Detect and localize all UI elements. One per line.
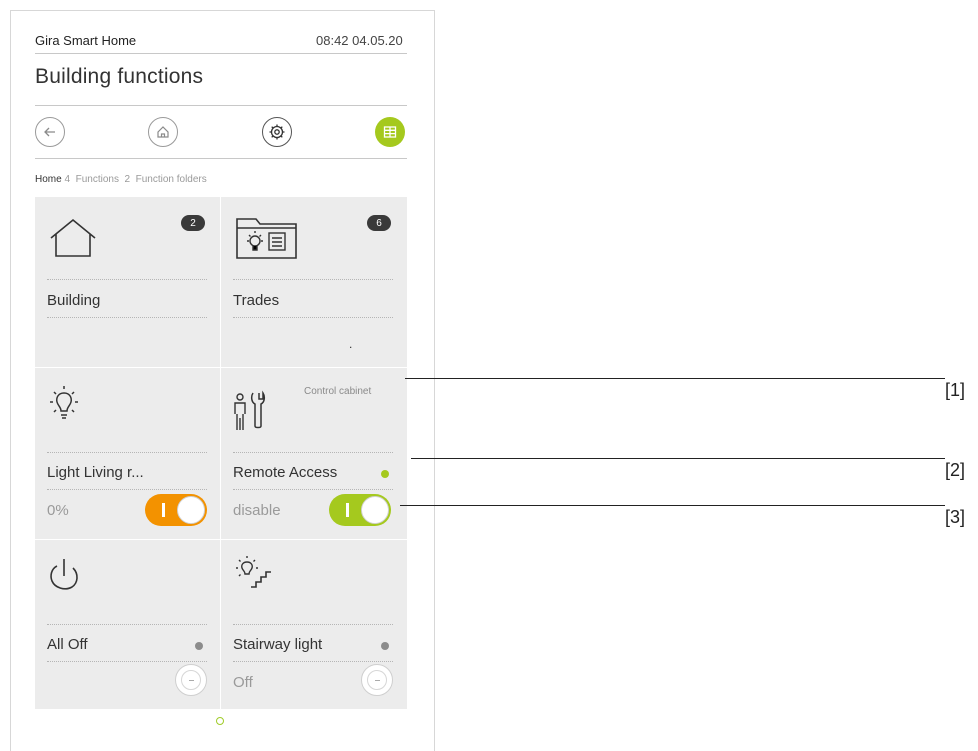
- dotted-divider: [233, 317, 393, 318]
- person-wrench-icon: [234, 390, 266, 430]
- dotted-divider: [47, 624, 207, 625]
- app-screen: Gira Smart Home 08:42 04.05.20 Building …: [10, 10, 435, 751]
- button-ring: [181, 670, 201, 690]
- location-note: Control cabinet: [304, 386, 372, 397]
- house-icon: [50, 218, 96, 257]
- tile-label: Remote Access: [233, 464, 338, 481]
- dotted-divider: [233, 661, 393, 662]
- nav-divider: [35, 158, 407, 159]
- home-button[interactable]: [148, 117, 178, 147]
- stairway-button[interactable]: [361, 664, 393, 696]
- callout-line-3: [400, 505, 945, 506]
- tile-label: All Off: [47, 636, 88, 653]
- title-divider: [35, 105, 407, 106]
- tile-label: Building: [47, 292, 101, 309]
- tile-dot: .: [349, 337, 353, 351]
- callout-label-1: [1]: [945, 380, 966, 400]
- all-off-button[interactable]: [175, 664, 207, 696]
- status-value: disable: [233, 502, 281, 519]
- grid-icon: [383, 126, 397, 138]
- remote-access-toggle[interactable]: [329, 494, 391, 526]
- stairway-value: Off: [233, 674, 253, 691]
- page-title: Building functions: [35, 65, 204, 88]
- page-indicator[interactable]: [216, 717, 224, 725]
- app-name: Gira Smart Home: [35, 33, 137, 48]
- tile-trades[interactable]: 6 Trades .: [221, 197, 407, 367]
- toggle-knob: [361, 496, 389, 524]
- callout-label-2: [2]: [945, 460, 966, 480]
- stair-light-icon: [236, 556, 271, 588]
- settings-button[interactable]: [262, 117, 292, 147]
- callout-line-2: [411, 458, 945, 459]
- count-badge: 2: [181, 215, 205, 231]
- tile-label: Light Living r...: [47, 464, 144, 481]
- tile-label: Trades: [233, 292, 280, 309]
- status-led: [381, 470, 389, 478]
- home-icon: [157, 126, 169, 138]
- button-ring: [367, 670, 387, 690]
- dotted-divider: [47, 317, 207, 318]
- tile-remote-access[interactable]: Control cabinet Remote Access disable: [221, 368, 407, 539]
- status-led: [381, 642, 389, 650]
- power-icon: [50, 559, 78, 590]
- arrow-left-icon: [44, 127, 55, 137]
- tile-all-off[interactable]: All Off: [35, 540, 220, 709]
- tile-stairway-light[interactable]: Stairway light Off: [221, 540, 407, 709]
- dotted-divider: [47, 489, 207, 490]
- tile-building[interactable]: 2 Building: [35, 197, 220, 367]
- dotted-divider: [47, 279, 207, 280]
- dotted-divider: [47, 452, 207, 453]
- bulb-icon: [50, 386, 78, 419]
- button-mark: [374, 679, 380, 681]
- breadcrumb: Home 4 Functions 2 Function folders: [35, 174, 207, 185]
- back-button[interactable]: [35, 117, 65, 147]
- dotted-divider: [233, 624, 393, 625]
- dotted-divider: [233, 452, 393, 453]
- dotted-divider: [233, 279, 393, 280]
- nav-bar: [35, 114, 407, 154]
- dimmer-value: 0%: [47, 502, 69, 519]
- tile-light-living[interactable]: Light Living r... 0%: [35, 368, 220, 539]
- breadcrumb-home[interactable]: Home: [35, 174, 62, 185]
- breadcrumb-counts: 4 Functions 2 Function folders: [61, 174, 207, 185]
- button-mark: [188, 679, 194, 681]
- status-led: [195, 642, 203, 650]
- toggle-on-mark: [346, 503, 349, 517]
- dotted-divider: [47, 661, 207, 662]
- gear-icon: [269, 124, 285, 140]
- header-divider: [35, 53, 407, 54]
- callout-label-3: [3]: [945, 507, 966, 527]
- dotted-divider: [233, 489, 393, 490]
- date-time: 08:42 04.05.20: [316, 33, 403, 48]
- function-grid: 2 Building 6 Trades . Light Living r... …: [35, 197, 407, 709]
- trades-folder-icon: [236, 218, 297, 259]
- toggle-on-mark: [162, 503, 165, 517]
- toggle-knob: [177, 496, 205, 524]
- tile-label: Stairway light: [233, 636, 323, 653]
- callout-line-1: [405, 378, 945, 379]
- light-toggle[interactable]: [145, 494, 207, 526]
- functions-grid-button[interactable]: [375, 117, 405, 147]
- count-badge: 6: [367, 215, 391, 231]
